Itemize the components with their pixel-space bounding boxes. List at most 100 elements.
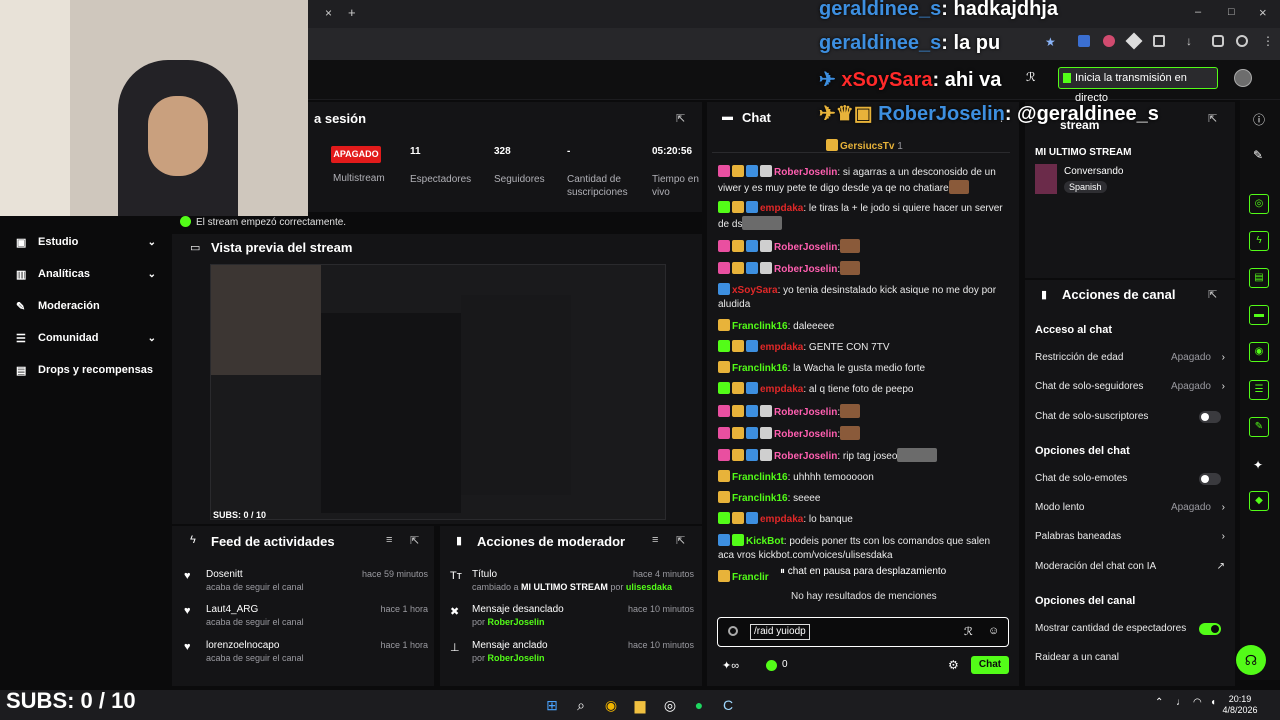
chrome-icon[interactable]: ◉ [601,695,621,715]
search-icon[interactable]: ⌕ [571,695,591,715]
wifi-icon[interactable]: ◠ [1193,697,1202,708]
detail-user[interactable]: ulisesdaka [626,582,672,592]
popout-icon[interactable]: ⇱ [1208,112,1217,125]
chat-username[interactable]: xSoySara [732,285,778,296]
popout-icon[interactable]: ⇱ [676,534,685,547]
chat-username[interactable]: KickBot [746,536,784,547]
sparkle-icon[interactable]: ✦ [1253,458,1263,472]
chat-message[interactable]: empdaka: lo banque [718,512,1008,527]
chat-message[interactable]: Franclink16: uhhhh temooooon [718,470,1008,485]
chat-username[interactable]: RoberJoselin [774,451,837,462]
mic-icon[interactable]: ♩ [1176,697,1186,708]
emotes-only-toggle[interactable] [1199,473,1221,485]
spotify-icon[interactable]: ● [689,695,709,715]
gear-icon[interactable]: ⚙ [948,658,959,672]
bolt-icon[interactable]: ϟ [1249,231,1269,251]
chat-message[interactable]: Franclink16: la Wacha le gusta medio for… [718,361,1008,376]
chat-username[interactable]: empdaka [760,342,803,353]
download-icon[interactable]: ↓ [1186,34,1192,48]
detail-user[interactable]: RoberJoselin [488,617,545,627]
ai-moderation-row[interactable]: Moderación del chat con IA ↗ [1035,561,1225,575]
translate-icon[interactable]: ℛ [1026,70,1036,84]
chat-username[interactable]: RoberJoselin [774,407,837,418]
chat-message[interactable]: Franclink16: seeee [718,491,1008,506]
screenshot-icon[interactable] [1212,35,1224,47]
minimize-icon[interactable]: – [1195,6,1201,18]
chat-message[interactable]: xSoySara: yo tenia desinstalado kick asi… [718,283,1008,312]
filter-icon[interactable]: ≡ [386,534,392,546]
chat-username[interactable]: RoberJoselin [774,429,837,440]
chat-username[interactable]: RoberJoselin [774,264,837,275]
extension-icon[interactable] [1078,35,1090,47]
broadcast-icon[interactable]: ◉ [1249,342,1269,362]
go-live-button[interactable]: Inicia la transmisión en directo [1058,67,1218,104]
tag-icon[interactable]: ◆ [1249,491,1269,511]
popout-icon[interactable]: ⇱ [1208,288,1217,301]
chat-username[interactable]: Franclink16 [732,321,788,332]
close-window-icon[interactable]: × [1259,5,1267,20]
chat-username[interactable]: Franclink16 [732,493,788,504]
app-icon[interactable]: C [718,695,738,715]
age-restriction-row[interactable]: Restricción de edad Apagado › [1035,352,1225,366]
tray-chevron-up-icon[interactable]: ⌃ [1155,697,1163,708]
sync-icon[interactable] [1236,35,1248,47]
chat-message[interactable]: RoberJoselin: rip tag joseo [718,448,1008,464]
extension-icon[interactable] [1103,35,1115,47]
subs-only-toggle[interactable] [1199,411,1221,423]
chat-input[interactable]: /raid yuiodp ℛ ☺ [717,617,1009,647]
slow-mode-row[interactable]: Modo lento Apagado › [1035,502,1225,516]
clock[interactable]: 20:19 4/8/2026 [1220,694,1260,716]
raid-icon[interactable]: ✦∞ [722,659,739,672]
chat-username[interactable]: empdaka [760,514,803,525]
chat-message[interactable]: empdaka: le tiras la + le jodo si quiere… [718,201,1008,232]
pinned-user[interactable]: GersiucsTv [840,141,894,152]
list-icon[interactable]: ☰ [1249,380,1269,400]
folder-icon[interactable]: ▆ [630,695,650,715]
new-tab-icon[interactable]: + [348,5,356,20]
banned-words-row[interactable]: Palabras baneadas › [1035,531,1225,545]
filter-icon[interactable]: ≡ [652,534,658,546]
chat-username[interactable]: RoberJoselin [774,167,837,178]
chat-message[interactable]: KickBot: podeis poner tts con los comand… [718,534,1008,563]
chat-message[interactable]: RoberJoselin: [718,404,1008,420]
wrench-icon[interactable]: ✎ [1249,417,1269,437]
sidebar-item-comunidad[interactable]: ☰ Comunidad ⌄ [16,327,156,349]
chat-message[interactable]: empdaka: GENTE CON 7TV [718,340,1008,355]
chat-message[interactable]: RoberJoselin: [718,426,1008,442]
chat-icon[interactable]: ▬ [1249,305,1269,325]
menu-kebab-icon[interactable]: ⋮ [1262,34,1274,48]
rail-action-icon[interactable]: ◎ [1249,194,1269,214]
chat-username[interactable]: Franclink16 [732,363,788,374]
windows-start-icon[interactable]: ⊞ [542,695,562,715]
feed-user[interactable]: Laut4_ARG [206,604,258,615]
show-viewers-toggle[interactable] [1199,623,1221,635]
chat-message[interactable]: empdaka: al q tiene foto de peepo [718,382,1008,397]
raid-row[interactable]: Raidear a un canal [1035,652,1225,666]
chat-username[interactable]: empdaka [760,384,803,395]
sidebar-item-analiticas[interactable]: ▥ Analíticas ⌄ [16,263,156,285]
chat-message[interactable]: RoberJoselin: [718,261,1008,277]
popout-icon[interactable]: ⇱ [676,112,685,125]
popout-icon[interactable]: ⇱ [410,534,419,547]
chat-username[interactable]: Franclir [732,572,769,583]
feed-user[interactable]: Dosenitt [206,569,243,580]
bookmark-star-icon[interactable]: ★ [1045,35,1056,49]
translate-icon[interactable]: ℛ [964,625,973,638]
chat-username[interactable]: empdaka [760,203,803,214]
chat-username[interactable]: RoberJoselin [774,242,837,253]
pencil-icon[interactable]: ✎ [1253,148,1263,162]
send-chat-button[interactable]: Chat [971,656,1009,674]
chat-message[interactable]: RoberJoselin: [718,239,1008,255]
sidebar-item-drops[interactable]: ▤ Drops y recompensas [16,359,176,381]
tab-close-icon[interactable]: × [325,6,332,20]
followers-only-row[interactable]: Chat de solo-seguidores Apagado › [1035,381,1225,395]
notes-icon[interactable]: ▤ [1249,268,1269,288]
feed-user[interactable]: lorenzoelnocapo [206,640,279,651]
detail-user[interactable]: RoberJoselin [488,653,545,663]
chat-input-value[interactable]: /raid yuiodp [750,624,810,640]
emoji-icon[interactable]: ☺ [988,625,999,637]
stream-preview-video[interactable]: SUBS: 0 / 10 [210,264,666,520]
sidebar-item-moderacion[interactable]: ✎ Moderación [16,295,156,317]
chat-message[interactable]: Franclink16: daleeeee [718,319,1008,334]
info-icon[interactable]: ⓘ [1253,111,1265,128]
